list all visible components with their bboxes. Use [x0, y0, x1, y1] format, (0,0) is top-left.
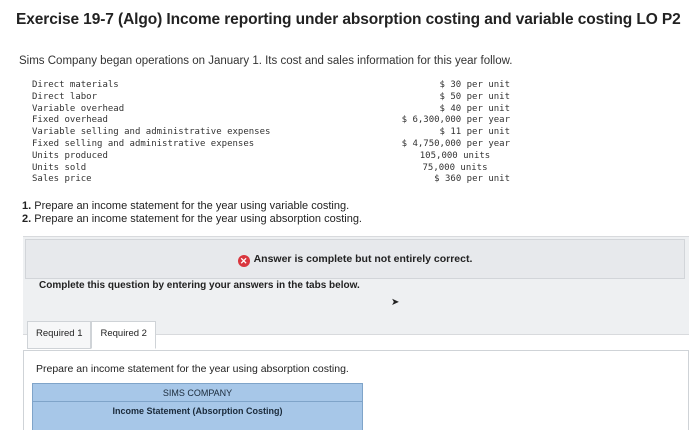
- data-label: Units sold: [32, 162, 87, 173]
- data-value: $ 6,300,000 per year: [401, 115, 510, 126]
- data-value: $ 30 per unit: [439, 80, 510, 90]
- cost-data-table: Direct materials $ 30 per unit Direct la…: [32, 80, 510, 186]
- data-label: Units produced: [32, 150, 108, 161]
- task-number: 1.: [22, 200, 32, 212]
- task-text: Prepare an income statement for the year…: [34, 200, 350, 212]
- data-value: $ 360 per unit: [434, 174, 510, 185]
- data-row: Variable overhead $ 40 per unit: [32, 104, 510, 116]
- statement-title: Income Statement (Absorption Costing): [112, 406, 283, 416]
- data-label: Sales price: [32, 174, 92, 185]
- answer-status-box: ✕ Answer is complete but not entirely cor…: [25, 239, 685, 279]
- status-text: Answer is complete but not entirely corr…: [253, 253, 473, 265]
- data-value: 105,000 units: [419, 150, 491, 161]
- data-label: Fixed overhead: [32, 115, 108, 126]
- data-label: Direct labor: [32, 91, 98, 102]
- data-value: 75,000 units: [422, 162, 488, 173]
- header-divider: [33, 401, 362, 402]
- data-label: Variable selling and administrative expe…: [32, 127, 271, 138]
- tab-bar: Required 1 Required 2: [27, 321, 156, 351]
- prompt-text: Prepare an income statement for the year…: [36, 363, 349, 375]
- intro-text: Sims Company began operations on January…: [19, 55, 513, 67]
- data-value: $ 40 per unit: [439, 103, 510, 114]
- data-row: Direct labor $ 50 per unit: [32, 92, 510, 104]
- company-name: SIMS COMPANY: [162, 388, 233, 398]
- data-row: Units produced 105,000 units: [32, 151, 510, 163]
- task-item: 1. Prepare an income statement for the y…: [22, 200, 362, 213]
- error-x-icon: ✕: [237, 255, 250, 267]
- instruction-text: Complete this question by entering your …: [39, 280, 360, 291]
- mouse-cursor-icon: ➤: [391, 297, 400, 308]
- data-row: Fixed overhead $ 6,300,000 per year: [32, 115, 510, 127]
- data-row: Units sold 75,000 units: [32, 163, 510, 175]
- task-text: Prepare an income statement for the year…: [34, 213, 362, 225]
- tab-content-panel: Prepare an income statement for the year…: [23, 350, 689, 430]
- task-item: 2. Prepare an income statement for the y…: [22, 213, 362, 226]
- data-label: Fixed selling and administrative expense…: [32, 138, 255, 149]
- data-value: $ 4,750,000 per year: [401, 138, 510, 149]
- data-row: Sales price $ 360 per unit: [32, 174, 510, 186]
- data-value: $ 50 per unit: [439, 91, 510, 102]
- tab-required-1[interactable]: Required 1: [27, 321, 92, 349]
- task-number: 2.: [22, 213, 32, 225]
- data-value: $ 11 per unit: [439, 127, 510, 138]
- exercise-title: Exercise 19-7 (Algo) Income reporting un…: [16, 11, 681, 28]
- data-row: Variable selling and administrative expe…: [32, 127, 510, 139]
- data-label: Direct materials: [32, 80, 119, 90]
- task-list: 1. Prepare an income statement for the y…: [22, 200, 362, 226]
- tab-required-2[interactable]: Required 2: [91, 321, 156, 349]
- income-statement-header: SIMS COMPANY Income Statement (Absorptio…: [32, 383, 363, 430]
- data-label: Variable overhead: [32, 103, 125, 114]
- data-row: Direct materials $ 30 per unit: [32, 80, 510, 92]
- data-row: Fixed selling and administrative expense…: [32, 139, 510, 151]
- status-message: ✕ Answer is complete but not entirely cor…: [26, 253, 684, 267]
